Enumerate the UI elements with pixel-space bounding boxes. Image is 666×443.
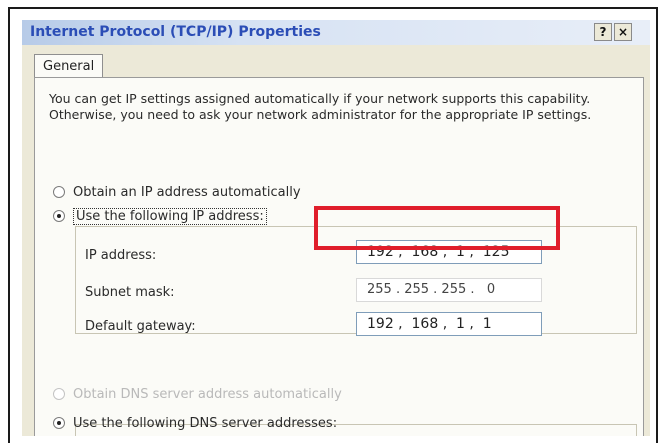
default-gateway-input[interactable]: 192 , 168 , 1 , 1 (356, 312, 542, 336)
radio-use-following-ip-label: Use the following IP address: (73, 208, 267, 225)
radio-obtain-ip-auto[interactable]: Obtain an IP address automatically (53, 185, 301, 203)
radio-obtain-ip-auto-label: Obtain an IP address automatically (73, 185, 301, 200)
radio-button-off-icon[interactable] (53, 185, 65, 198)
radio-button-on-icon[interactable] (53, 416, 65, 429)
close-button[interactable]: × (614, 23, 632, 41)
radio-use-following-dns[interactable]: Use the following DNS server addresses: (53, 416, 337, 434)
ip-address-label: IP address: (85, 248, 157, 263)
intro-text: You can get IP settings assigned automat… (49, 91, 592, 122)
subnet-mask-input[interactable]: 255 . 255 . 255 . 0 (356, 278, 542, 302)
subnet-mask-label: Subnet mask: (85, 285, 175, 300)
general-tab-panel: You can get IP settings assigned automat… (34, 77, 644, 436)
default-gateway-label: Default gateway: (85, 319, 196, 334)
radio-button-on-icon[interactable] (53, 209, 65, 222)
title-bar[interactable]: Internet Protocol (TCP/IP) Properties ? … (22, 20, 650, 45)
tab-general[interactable]: General (34, 54, 104, 78)
radio-button-disabled-icon[interactable] (53, 387, 65, 400)
radio-use-following-dns-label: Use the following DNS server addresses: (73, 416, 338, 431)
help-button[interactable]: ? (594, 23, 612, 41)
ip-address-highlight-box (314, 206, 560, 250)
radio-obtain-dns-auto[interactable]: Obtain DNS server address automatically (53, 387, 342, 405)
radio-obtain-dns-auto-label: Obtain DNS server address automatically (73, 387, 342, 402)
radio-use-following-ip[interactable]: Use the following IP address: (53, 208, 267, 227)
window-title: Internet Protocol (TCP/IP) Properties (30, 24, 321, 40)
